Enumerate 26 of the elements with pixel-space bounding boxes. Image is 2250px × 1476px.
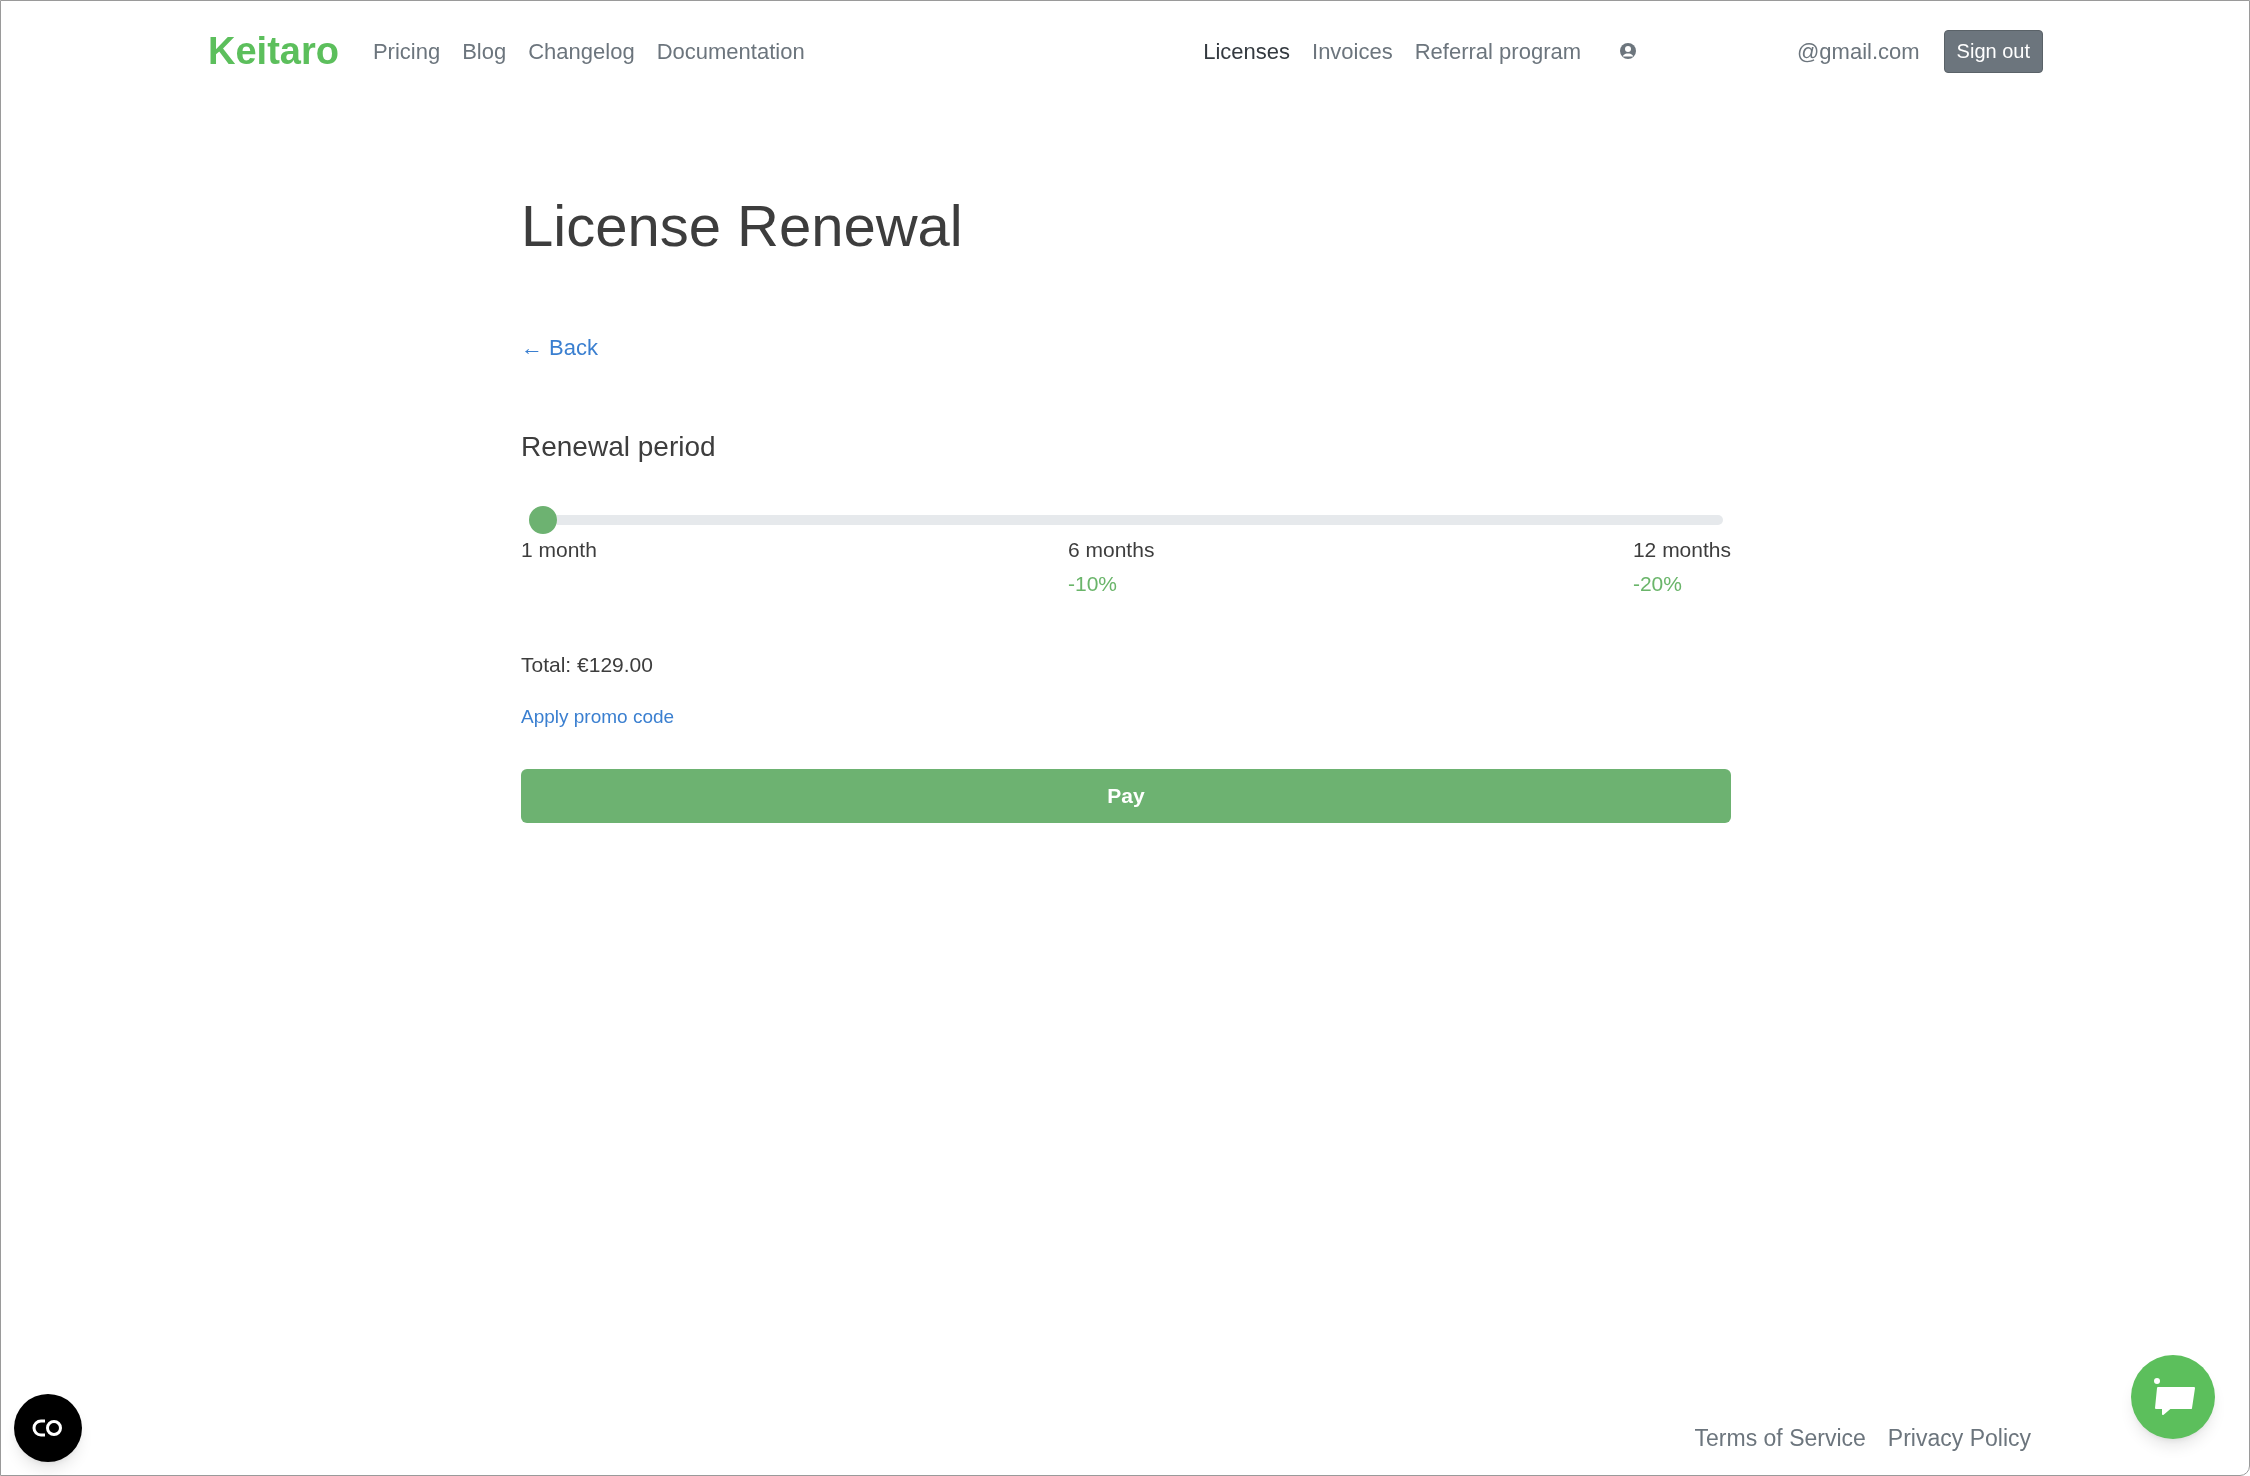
promo-code-link[interactable]: Apply promo code bbox=[521, 702, 675, 731]
total-price: Total: €129.00 bbox=[521, 652, 654, 678]
user-email: @gmail.com bbox=[1797, 37, 1920, 66]
section-label: Renewal period bbox=[521, 430, 717, 464]
pay-button[interactable]: Pay bbox=[521, 769, 1731, 823]
page-title: License Renewal bbox=[521, 197, 964, 255]
back-link[interactable]: ← Back bbox=[521, 331, 599, 364]
nav-link[interactable]: Blog bbox=[462, 34, 507, 68]
tick-label: 6 months bbox=[1068, 537, 1155, 563]
sign-out-button[interactable]: Sign out bbox=[1943, 29, 2043, 73]
discount-label: -20% bbox=[1632, 570, 1682, 597]
nav-link[interactable]: Invoices bbox=[1312, 34, 1393, 68]
nav-link[interactable]: Licenses bbox=[1203, 34, 1290, 68]
tick-label: 12 months bbox=[1632, 537, 1731, 563]
slider-thumb[interactable] bbox=[529, 506, 557, 534]
nav-link[interactable]: Pricing bbox=[372, 34, 441, 68]
accessibility-button[interactable] bbox=[14, 1394, 82, 1462]
tick-label: 1 month bbox=[521, 537, 597, 563]
toggle-icon bbox=[31, 1418, 65, 1438]
nav-link[interactable]: Referral program bbox=[1414, 34, 1581, 68]
footer-link[interactable]: Terms of Service bbox=[1694, 1420, 1866, 1455]
discount-label: -10% bbox=[1068, 570, 1118, 597]
user-icon[interactable] bbox=[1619, 42, 1637, 60]
nav-link[interactable]: Changelog bbox=[528, 34, 635, 68]
nav-link[interactable]: Documentation bbox=[656, 34, 805, 68]
footer-link[interactable]: Privacy Policy bbox=[1887, 1420, 2031, 1455]
